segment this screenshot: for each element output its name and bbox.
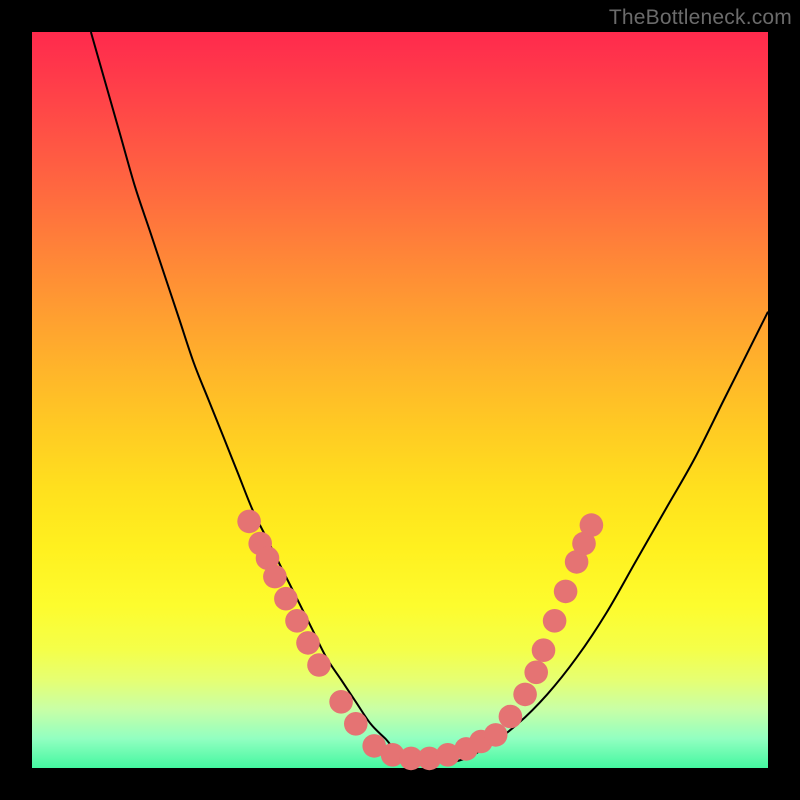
data-marker-left	[285, 609, 309, 633]
marker-layer	[237, 510, 603, 771]
data-marker-right	[543, 609, 567, 633]
data-marker-right	[554, 580, 578, 604]
data-marker-right	[513, 683, 537, 707]
data-marker-right	[532, 638, 556, 662]
data-marker-left	[296, 631, 320, 655]
watermark-text: TheBottleneck.com	[609, 6, 792, 30]
outer-frame: TheBottleneck.com	[0, 0, 800, 800]
data-marker-left	[329, 690, 353, 714]
data-marker-left	[344, 712, 368, 736]
data-marker-left	[274, 587, 298, 611]
data-marker-right	[580, 513, 604, 537]
data-marker-right	[524, 661, 548, 685]
data-marker-left	[263, 565, 287, 589]
bottleneck-curve	[91, 32, 768, 762]
curve-layer	[32, 32, 768, 768]
data-marker-right	[499, 705, 523, 729]
data-marker-left	[307, 653, 331, 677]
data-marker-left	[237, 510, 261, 534]
data-marker-right	[484, 723, 508, 747]
